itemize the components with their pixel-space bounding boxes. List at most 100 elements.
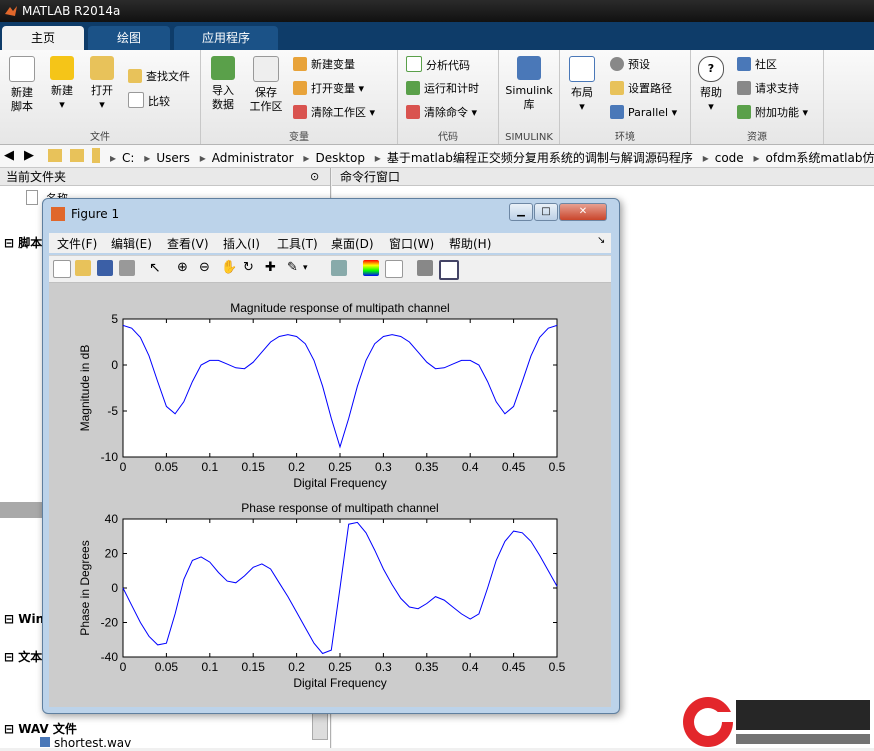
hide-plot-tools-icon[interactable] — [417, 260, 433, 276]
menu-item-tools[interactable]: 工具(T) — [277, 235, 318, 252]
selected-row[interactable] — [0, 502, 44, 518]
simulink-icon — [517, 56, 541, 80]
analyze-code-icon — [406, 56, 422, 72]
figure-toolbar: ↖ ⊕ ⊖ ✋ ↻ ✚ ✎ ▾ — [49, 255, 611, 283]
maximize-button[interactable]: □ — [534, 203, 558, 221]
layout-icon — [569, 56, 595, 82]
print-icon[interactable] — [119, 260, 135, 276]
preferences-button[interactable]: 预设 — [610, 56, 650, 74]
ribbon: 新建 脚本 新建 ▾ 打开 ▾ 查找文件 比较 文件 导入 数据 保存 工作区 … — [0, 50, 874, 145]
plot-title: Phase response of multipath channel — [241, 501, 438, 515]
set-path-button[interactable]: 设置路径 — [610, 80, 672, 98]
add-ons-button[interactable]: 附加功能 ▾ — [737, 104, 808, 122]
new-button[interactable]: 新建 ▾ — [46, 56, 78, 112]
layout-button[interactable]: 布局 ▾ — [566, 56, 598, 114]
data-cursor-icon[interactable]: ✚ — [265, 260, 281, 276]
figure-title: Figure 1 — [71, 207, 120, 221]
new-script-button[interactable]: 新建 脚本 — [6, 56, 38, 114]
clear-workspace-button[interactable]: 清除工作区 ▾ — [293, 104, 375, 122]
menu-item-desktop[interactable]: 桌面(D) — [331, 235, 374, 252]
y-tick-label: 0 — [111, 358, 118, 372]
folder-open-icon — [90, 56, 114, 80]
menu-item-window[interactable]: 窗口(W) — [389, 235, 434, 252]
compare-button[interactable]: 比较 — [128, 92, 170, 110]
link-plot-icon[interactable] — [331, 260, 347, 276]
browse-folder-icon[interactable] — [70, 149, 84, 162]
clear-commands-icon — [406, 105, 420, 119]
clear-commands-button[interactable]: 清除命令 ▾ — [406, 104, 477, 122]
open-file-icon[interactable] — [75, 260, 91, 276]
community-icon — [737, 57, 751, 71]
find-files-button[interactable]: 查找文件 — [128, 68, 190, 86]
plus-icon — [50, 56, 74, 80]
tab-apps[interactable]: 应用程序 — [174, 26, 278, 50]
simulink-library-button[interactable]: Simulink 库 — [503, 56, 555, 112]
chevron-down-icon[interactable]: ▾ — [303, 260, 319, 276]
section-header[interactable]: ⊟ 文本 — [4, 648, 42, 665]
brush-icon[interactable]: ✎ — [287, 260, 303, 276]
close-button[interactable]: ✕ — [559, 203, 607, 221]
menu-item-file[interactable]: 文件(F) — [57, 235, 97, 252]
watermark-logo — [676, 690, 874, 748]
rotate-icon[interactable]: ↻ — [243, 260, 259, 276]
x-tick-label: 0.3 — [375, 660, 392, 674]
plot-area: 0 0.05 0.1 0.15 0.2 0.25 0.3 0.35 0.4 0.45 0.5 5 0 -5… — [78, 301, 566, 690]
zoom-out-icon[interactable]: ⊖ — [199, 260, 215, 276]
back-arrow-icon[interactable]: ◀ — [4, 148, 14, 163]
crumb[interactable]: 基于matlab编程正交频分复用系统的调制与解调源码程序 — [387, 151, 693, 165]
panel-menu-icon[interactable]: ⊙ — [310, 170, 319, 183]
crumb[interactable]: Desktop — [315, 151, 365, 165]
up-folder-icon[interactable] — [48, 149, 62, 162]
save-icon[interactable] — [97, 260, 113, 276]
open-variable-icon — [293, 81, 307, 95]
address-bar: ◀ ▶ ▸ C: ▸ Users ▸ Administrator ▸ Desktop ▸… — [0, 145, 874, 168]
title-bar: MATLAB R2014a — [0, 0, 874, 22]
x-axis-label: Digital Frequency — [293, 676, 386, 690]
tab-home[interactable]: 主页 — [2, 26, 84, 50]
import-data-button[interactable]: 导入 数据 — [207, 56, 239, 112]
zoom-in-icon[interactable]: ⊕ — [177, 260, 193, 276]
menu-item-view[interactable]: 查看(V) — [167, 235, 209, 252]
menu-item-edit[interactable]: 编辑(E) — [111, 235, 152, 252]
save-workspace-button[interactable]: 保存 工作区 — [247, 56, 285, 114]
open-button[interactable]: 打开 ▾ — [86, 56, 118, 112]
y-tick-label: 0 — [111, 581, 118, 595]
legend-icon[interactable] — [385, 260, 403, 278]
menu-item-insert[interactable]: 插入(I) — [223, 235, 260, 252]
section-header[interactable]: ⊟ WAV 文件 — [4, 720, 77, 737]
menu-item-help[interactable]: 帮助(H) — [449, 235, 491, 252]
parallel-button[interactable]: Parallel ▾ — [610, 104, 677, 122]
crumb[interactable]: Users — [156, 151, 190, 165]
section-header[interactable]: ⊟ Win — [4, 612, 44, 626]
save-workspace-icon — [253, 56, 279, 82]
run-and-time-button[interactable]: 运行和计时 — [406, 80, 479, 98]
group-resources: ? 帮助 ▾ 社区 请求支持 附加功能 ▾ 资源 — [691, 50, 824, 144]
y-tick-label: 5 — [111, 312, 118, 326]
crumb[interactable]: code — [715, 151, 744, 165]
help-button[interactable]: ? 帮助 ▾ — [697, 56, 725, 114]
crumb[interactable]: ofdm系统matlab仿 — [766, 151, 874, 165]
new-variable-icon — [293, 57, 307, 71]
community-button[interactable]: 社区 — [737, 56, 777, 74]
crumb[interactable]: C: — [122, 151, 134, 165]
analyze-code-button[interactable]: 分析代码 — [406, 56, 470, 74]
new-variable-button[interactable]: 新建变量 — [293, 56, 355, 74]
pointer-icon[interactable]: ↖ — [149, 260, 165, 276]
section-header[interactable]: ⊟ 脚本 — [4, 234, 42, 251]
matlab-logo-icon — [5, 6, 17, 16]
show-plot-tools-icon[interactable] — [439, 260, 459, 280]
forward-arrow-icon[interactable]: ▶ — [24, 148, 34, 163]
colorbar-icon[interactable] — [363, 260, 379, 276]
crumb[interactable]: Administrator — [212, 151, 294, 165]
tab-plots[interactable]: 绘图 — [88, 26, 170, 50]
x-tick-label: 0.05 — [155, 460, 179, 474]
open-variable-button[interactable]: 打开变量 ▾ — [293, 80, 364, 98]
request-support-button[interactable]: 请求支持 — [737, 80, 799, 98]
minimize-button[interactable]: ▁ — [509, 203, 533, 221]
x-tick-label: 0.45 — [502, 460, 526, 474]
pan-hand-icon[interactable]: ✋ — [221, 260, 237, 276]
dock-icon[interactable]: ↘ — [597, 235, 605, 246]
new-figure-icon[interactable] — [53, 260, 71, 278]
group-simulink: Simulink 库 SIMULINK — [499, 50, 560, 144]
y-axis-label: Phase in Degrees — [78, 540, 92, 635]
